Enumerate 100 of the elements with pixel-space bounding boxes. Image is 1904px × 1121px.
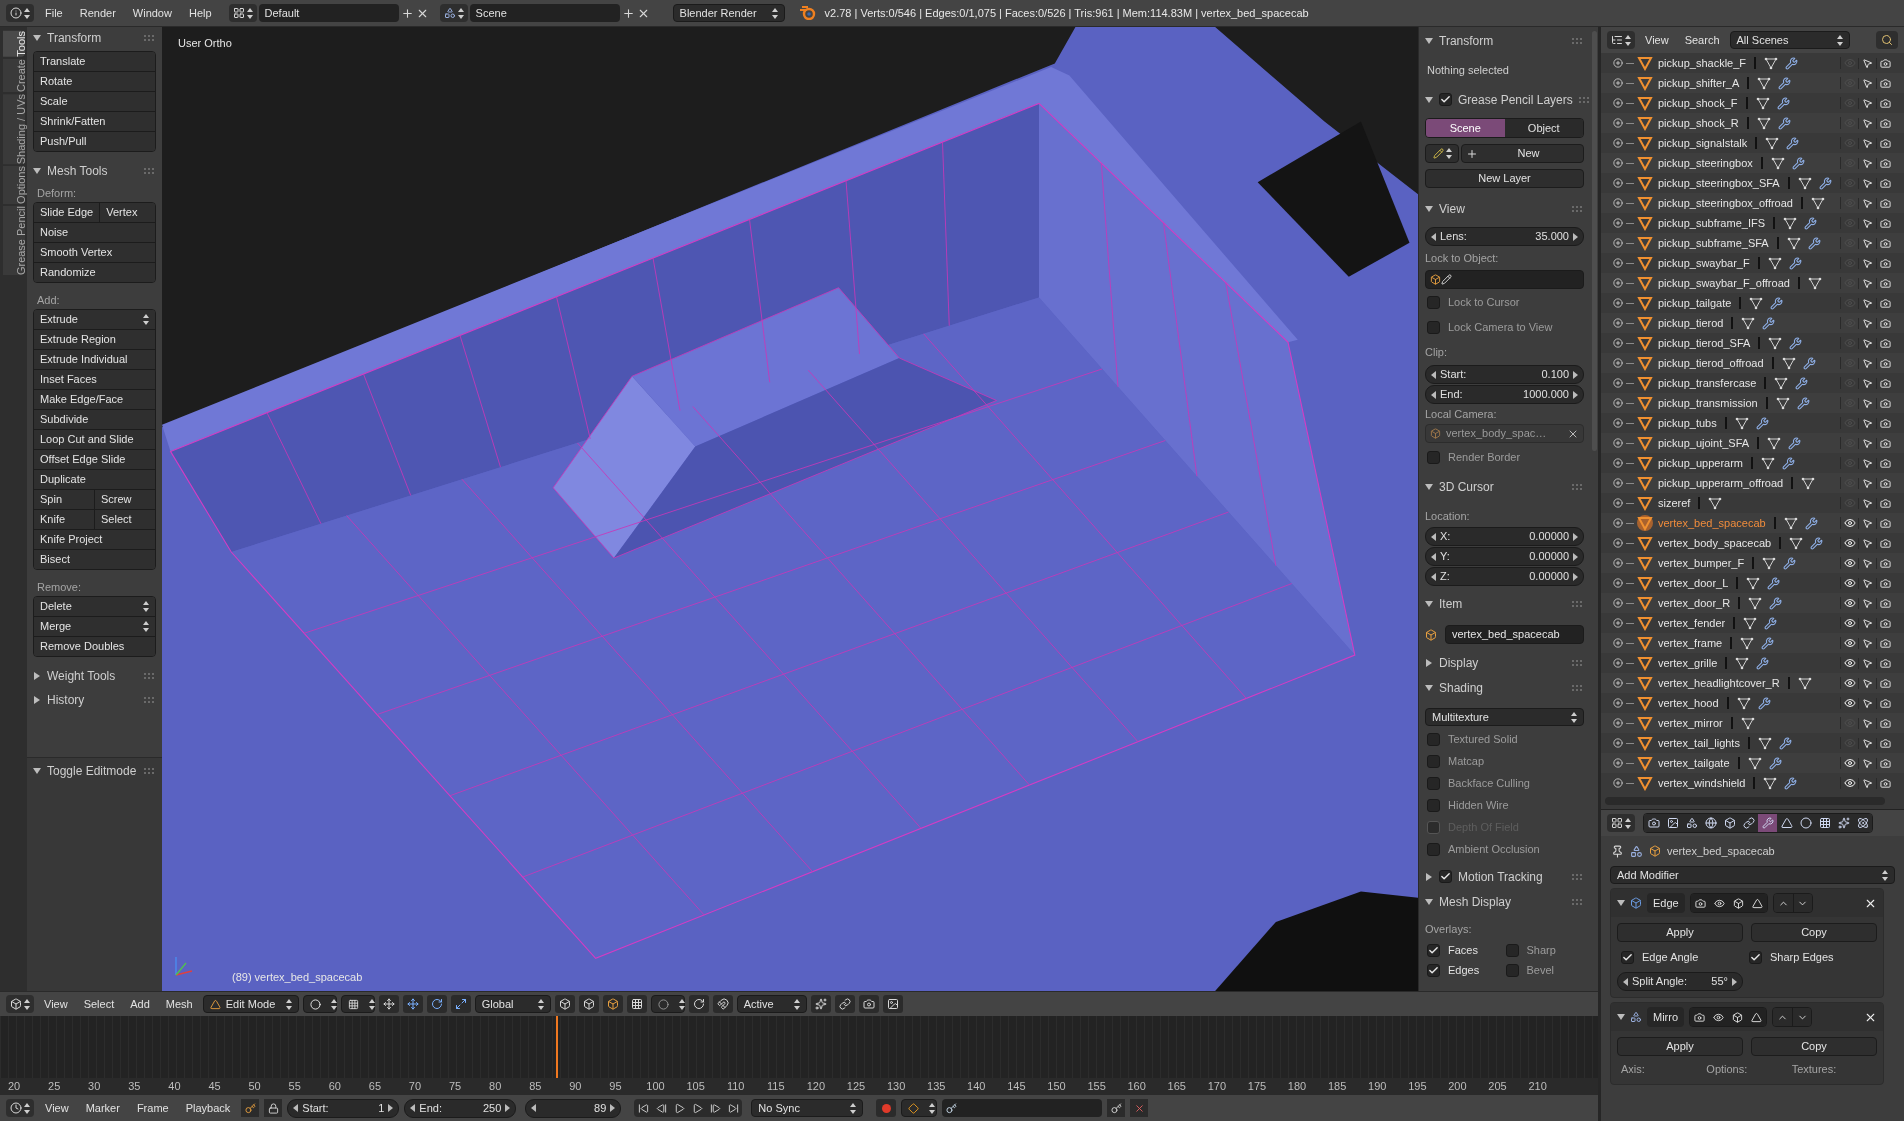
object-name[interactable]: pickup_signalstalk [1658,134,1748,152]
apply-button[interactable]: Apply [1617,1037,1743,1056]
copy-button[interactable]: Copy [1751,1037,1877,1056]
tool-button[interactable]: Rotate [34,72,155,91]
number-field[interactable]: Z: 0.00000 [1425,567,1584,586]
menu-item[interactable]: View [1639,31,1675,49]
number-field[interactable]: End: 250 [404,1098,517,1118]
object-name[interactable]: pickup_tierod_SFA [1658,334,1751,352]
dropdown[interactable]: Extrude [34,310,155,329]
copy-button[interactable]: Copy [1751,923,1877,942]
object-name[interactable]: vertex_body_spacecab [1658,534,1772,552]
apply-button[interactable]: Apply [1617,923,1743,942]
tool-button[interactable]: Subdivide [34,410,155,429]
tool-button[interactable]: Make Edge/Face [34,390,155,409]
object-name[interactable]: vertex_mirror [1658,714,1723,732]
tool-button[interactable]: Screw [94,490,155,509]
tool-button[interactable]: Scale [34,92,155,111]
tool-button[interactable]: Spin [34,490,94,509]
object-name[interactable]: pickup_shock_F [1658,94,1738,112]
object-name[interactable]: sizeref [1658,494,1691,512]
tool-button[interactable]: Noise [34,223,155,242]
menu-item[interactable]: View [38,995,74,1013]
object-name[interactable]: vertex_tail_lights [1658,734,1740,752]
panel-title[interactable]: Mesh Tools [47,162,108,180]
object-name[interactable]: vertex_grille [1658,654,1718,672]
panel-title[interactable]: Grease Pencil Layers [1458,90,1573,109]
number-field[interactable]: End: 1000.000 [1425,385,1584,404]
number-field[interactable]: Y: 0.00000 [1425,547,1584,566]
menu-item[interactable]: File [39,4,69,22]
menu-item[interactable]: Marker [79,1099,126,1117]
object-name[interactable]: vertex_door_L [1658,574,1729,592]
tool-button[interactable]: Select [94,510,155,529]
side-tab[interactable]: Grease Pencil [3,205,25,276]
menu-item[interactable]: Help [182,4,218,22]
tool-button[interactable]: Shrink/Fatten [34,112,155,131]
new-button[interactable]: New [1461,144,1584,163]
object-name[interactable]: vertex_hood [1658,694,1719,712]
tool-button[interactable]: Loop Cut and Slide [34,430,155,449]
panel-title[interactable]: Item [1439,594,1463,613]
object-name[interactable]: vertex_frame [1658,634,1723,652]
panel-title[interactable]: Weight Tools [47,667,116,685]
name-field[interactable]: Mirro [1647,1007,1685,1027]
tool-button[interactable]: Remove Doubles [34,637,155,656]
tab[interactable]: Object [1504,119,1583,137]
tool-button[interactable]: Offset Edge Slide [34,450,155,469]
panel-title[interactable]: Toggle Editmode [47,762,137,780]
menu-item[interactable]: Render [73,4,122,22]
number-field[interactable]: 89 [525,1098,622,1118]
panel-title[interactable]: View [1439,199,1465,218]
tab[interactable]: Scene [1426,119,1505,137]
tool-button[interactable]: Extrude Individual [34,350,155,369]
object-name[interactable]: pickup_steeringbox_SFA [1658,174,1780,192]
tool-button[interactable]: Bisect [34,550,155,569]
menu-item[interactable]: Select [77,995,121,1013]
camera-field[interactable]: vertex_body_spac… [1425,424,1584,443]
object-name[interactable]: pickup_tailgate [1658,294,1732,312]
object-name[interactable]: vertex_windshield [1658,774,1746,792]
number-field[interactable]: X: 0.00000 [1425,527,1584,546]
number-field[interactable]: Split Angle: 55° [1617,972,1743,991]
object-name[interactable]: pickup_swaybar_F [1658,254,1750,272]
object-name[interactable]: pickup_transfercase [1658,374,1757,392]
tool-button[interactable]: Push/Pull [34,132,155,151]
dropdown[interactable]: Merge [34,617,155,636]
object-name[interactable]: pickup_shackle_F [1658,54,1747,72]
object-name[interactable]: pickup_tierod [1658,314,1724,332]
name-field[interactable]: Edge [1647,893,1685,913]
tool-button[interactable]: Translate [34,52,155,71]
orientation-dropdown[interactable]: Global [474,995,551,1013]
panel-title[interactable]: 3D Cursor [1439,477,1494,496]
tool-button[interactable]: Knife [34,510,94,529]
tool-button[interactable]: Knife Project [34,530,155,549]
side-tab[interactable]: Tools [3,31,25,57]
render-engine-dropdown[interactable]: Blender Render [672,4,785,22]
panel-title[interactable]: History [47,691,85,709]
tool-button[interactable]: Inset Faces [34,370,155,389]
object-name[interactable]: pickup_upperarm [1658,454,1743,472]
object-name[interactable]: pickup_subframe_IFS [1658,214,1765,232]
screen-layout-field[interactable]: Default [258,4,399,22]
mode-dropdown[interactable]: Edit Mode [202,995,299,1013]
panel-title[interactable]: Transform [1439,31,1494,50]
menu-item[interactable]: View [39,1099,75,1117]
menu-item[interactable]: Frame [130,1099,175,1117]
tool-button[interactable]: Slide Edge [34,203,100,222]
name-field[interactable]: vertex_bed_spacecab [1445,625,1584,644]
number-field[interactable]: Lens: 35.000 [1425,227,1584,246]
scene-field[interactable]: Scene [469,4,620,22]
menu-item[interactable]: Search [1678,31,1726,49]
side-tab[interactable]: Create [3,58,25,92]
panel-title[interactable]: Display [1439,653,1479,672]
menu-item[interactable]: Mesh [159,995,199,1013]
object-name[interactable]: vertex_fender [1658,614,1726,632]
number-field[interactable]: Start: 1 [287,1098,400,1118]
dropdown[interactable]: Delete [34,597,155,616]
display-mode-dropdown[interactable]: All Scenes [1729,31,1850,49]
menu-item[interactable]: Add [124,995,156,1013]
side-tab[interactable]: Shading / UVs [3,93,25,165]
panel-title[interactable]: Shading [1439,678,1484,697]
number-field[interactable]: Start: 0.100 [1425,365,1584,384]
panel-title[interactable]: Motion Tracking [1458,867,1543,886]
new-layer-button[interactable]: New Layer [1425,169,1584,188]
